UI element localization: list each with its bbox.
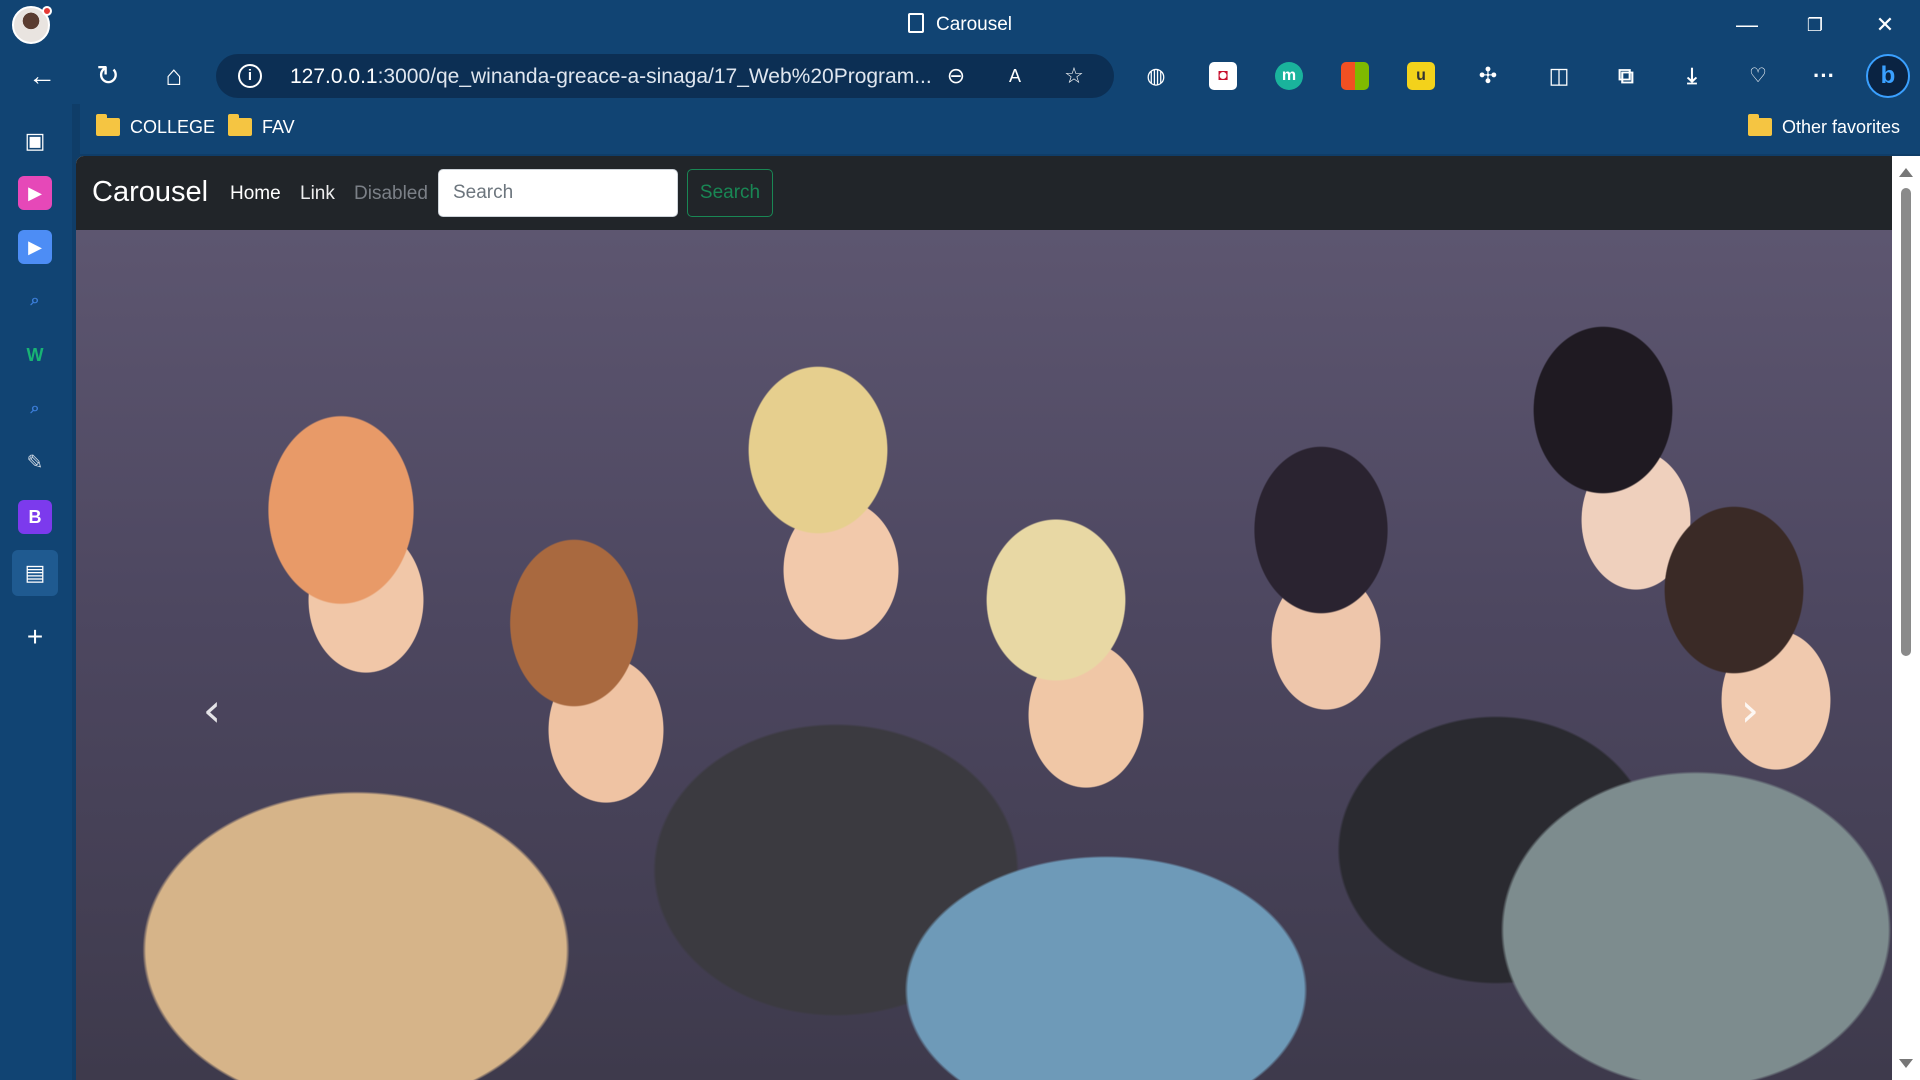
scroll-up-arrow[interactable] xyxy=(1899,168,1913,177)
page-scrollbar[interactable] xyxy=(1892,156,1920,1080)
bookmarks-bar: COLLEGE FAV Other favorites xyxy=(80,104,1920,154)
nav-link-disabled: Disabled xyxy=(354,183,428,204)
bookmark-label: COLLEGE xyxy=(130,117,216,137)
url-text[interactable]: 127.0.0.1:3000/qe_winanda-greace-a-sinag… xyxy=(290,65,932,89)
minimize-button[interactable]: — xyxy=(1732,10,1762,40)
url-host: 127.0.0.1 xyxy=(290,65,378,88)
carousel-prev-control[interactable]: ‹ xyxy=(192,680,232,740)
carousel-image xyxy=(76,230,1892,1080)
home-icon[interactable]: ⌂ xyxy=(158,60,190,92)
scroll-down-arrow[interactable] xyxy=(1899,1059,1913,1068)
folder-icon xyxy=(96,114,120,136)
bookmark-folder-fav[interactable]: FAV xyxy=(228,114,295,141)
nav-link-home[interactable]: Home xyxy=(230,183,281,205)
mcafee-icon[interactable]: ◘ xyxy=(1209,62,1237,90)
play-icon[interactable]: ▶ xyxy=(18,176,52,210)
collections-icon[interactable]: ⧉ xyxy=(1612,62,1640,90)
split-screen-icon[interactable]: ◫ xyxy=(1545,62,1573,90)
zoom-out-icon[interactable]: ⊖ xyxy=(942,62,970,90)
document-icon xyxy=(907,13,924,33)
wand-icon[interactable]: ✎ xyxy=(18,446,52,480)
search-icon[interactable]: ⌕ xyxy=(18,284,52,318)
restore-button[interactable]: ❐ xyxy=(1800,10,1830,40)
video-icon[interactable]: ▶ xyxy=(18,230,52,264)
add-icon[interactable]: + xyxy=(18,620,52,654)
globe-icon[interactable]: ◍ xyxy=(1142,62,1170,90)
navbar-brand[interactable]: Carousel xyxy=(92,176,208,209)
back-icon[interactable]: ← xyxy=(26,60,58,92)
address-toolbar: ← ↻ ⌂ i 127.0.0.1:3000/qe_winanda-greace… xyxy=(0,48,1920,104)
search-input[interactable] xyxy=(438,169,678,217)
carousel: ‹ › xyxy=(76,230,1892,1080)
read-aloud-icon[interactable]: A xyxy=(1001,62,1029,90)
search-icon-2[interactable]: ⌕ xyxy=(18,392,52,426)
w-icon[interactable]: W xyxy=(18,338,52,372)
bookmark-label: FAV xyxy=(262,117,295,137)
more-menu-icon[interactable]: ··· xyxy=(1810,62,1838,90)
page-viewport: Carousel Home Link Disabled Search ‹ › xyxy=(76,156,1920,1080)
tabs-icon[interactable]: ▣ xyxy=(18,124,52,158)
ml-icon[interactable]: u xyxy=(1407,62,1435,90)
address-bar[interactable]: i 127.0.0.1:3000/qe_winanda-greace-a-sin… xyxy=(216,54,1114,98)
window-title-text: Carousel xyxy=(935,14,1013,35)
window-title: Carousel xyxy=(0,13,1920,36)
health-icon[interactable]: ♡ xyxy=(1744,62,1772,90)
close-button[interactable]: ✕ xyxy=(1870,10,1900,40)
extensions-icon[interactable]: ✣ xyxy=(1474,62,1502,90)
search-button[interactable]: Search xyxy=(687,169,773,217)
microsoft-icon[interactable] xyxy=(1341,62,1369,90)
bing-copilot-icon[interactable]: b xyxy=(1866,54,1910,98)
navbar: Carousel Home Link Disabled Search xyxy=(76,156,1892,230)
nav-link-link[interactable]: Link xyxy=(300,183,335,205)
folder-icon xyxy=(1748,114,1772,136)
carousel-next-control[interactable]: › xyxy=(1730,680,1770,740)
edge-sidebar: ▣ ▶ ▶ ⌕ W ⌕ ✎ B ▤ + xyxy=(0,104,72,1080)
title-bar: Carousel — ❐ ✕ xyxy=(0,0,1920,48)
bookmark-folder-college[interactable]: COLLEGE xyxy=(96,114,216,141)
b-icon[interactable]: B xyxy=(18,500,52,534)
site-info-icon[interactable]: i xyxy=(238,64,262,88)
m-icon[interactable]: m xyxy=(1275,62,1303,90)
scroll-thumb[interactable] xyxy=(1901,188,1911,656)
downloads-icon[interactable]: ⤓ xyxy=(1678,62,1706,90)
refresh-icon[interactable]: ↻ xyxy=(92,60,124,92)
folder-icon xyxy=(228,114,252,136)
page-icon[interactable]: ▤ xyxy=(12,550,58,596)
other-favorites-folder[interactable]: Other favorites xyxy=(1748,114,1901,141)
other-favorites-label: Other favorites xyxy=(1782,117,1901,137)
favorite-star-icon[interactable]: ☆ xyxy=(1060,62,1088,90)
url-path: :3000/qe_winanda-greace-a-sinaga/17_Web%… xyxy=(377,65,932,88)
